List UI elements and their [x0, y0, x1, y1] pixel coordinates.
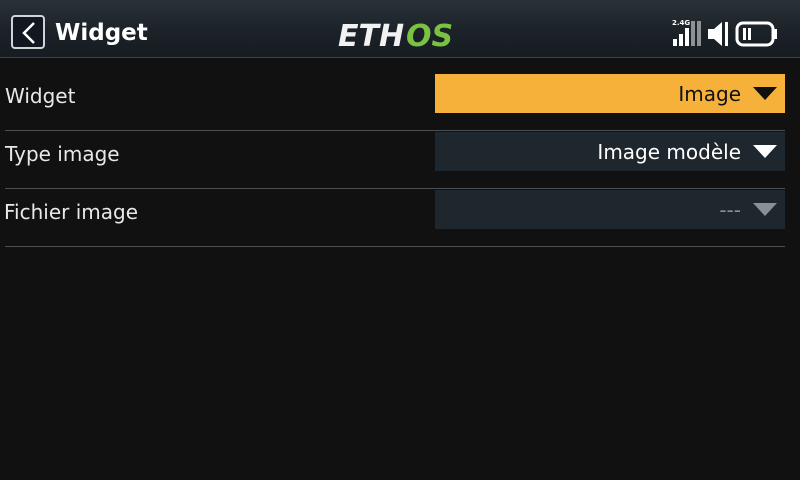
chevron-down-icon: [753, 87, 777, 100]
header-bar: Widget ETH OS 2.4G: [0, 0, 800, 58]
setting-label: Fichier image: [4, 200, 139, 224]
fichier-image-dropdown[interactable]: ---: [435, 190, 785, 229]
type-image-dropdown[interactable]: Image modèle: [435, 132, 785, 171]
band-label: 2.4G: [672, 19, 690, 27]
setting-row-widget: Widget Image: [5, 74, 785, 131]
setting-label: Widget: [5, 84, 76, 108]
status-icons: 2.4G: [672, 19, 777, 47]
logo-text-left: ETH: [338, 19, 404, 52]
chevron-left-icon: [22, 22, 35, 44]
setting-row-type-image: Type image Image modèle: [5, 132, 785, 189]
dropdown-value: ---: [719, 198, 741, 222]
chevron-down-icon: [753, 203, 777, 216]
widget-dropdown[interactable]: Image: [435, 74, 785, 113]
setting-row-fichier-image: Fichier image ---: [4, 190, 785, 247]
page-title: Widget: [55, 20, 148, 46]
back-button[interactable]: [11, 15, 45, 49]
dropdown-value: Image: [678, 82, 741, 106]
chevron-down-icon: [753, 145, 777, 158]
dropdown-value: Image modèle: [597, 140, 741, 164]
logo-text-right: OS: [406, 19, 453, 52]
ethos-logo: ETH OS: [338, 19, 453, 52]
battery-icon: [735, 21, 777, 47]
speaker-icon: [708, 22, 728, 46]
setting-label: Type image: [5, 142, 120, 166]
